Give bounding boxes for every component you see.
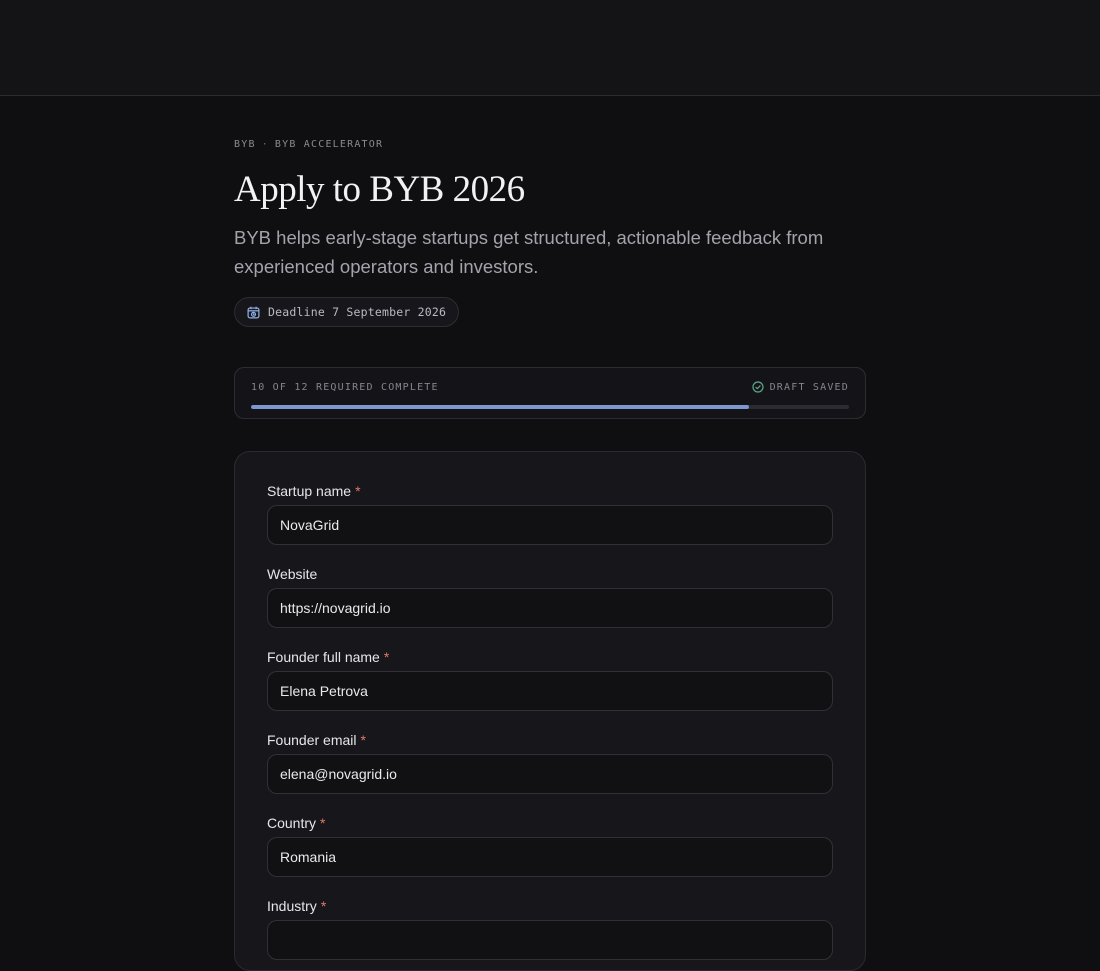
field-country: Country *: [267, 814, 833, 877]
top-bar: [0, 0, 1100, 96]
page-title: Apply to BYB 2026: [234, 169, 525, 210]
breadcrumb-item-program[interactable]: BYB ACCELERATOR: [275, 139, 383, 150]
field-label: Founder email *: [267, 731, 833, 749]
field-founder-name: Founder full name *: [267, 648, 833, 711]
field-label-text: Industry: [267, 898, 317, 914]
check-circle-icon: [751, 381, 764, 393]
industry-input[interactable]: [267, 920, 833, 960]
application-page: BYB · BYB ACCELERATOR Apply to BYB 2026 BY…: [234, 96, 866, 971]
field-label-text: Founder full name: [267, 649, 380, 665]
field-label-text: Country: [267, 815, 317, 831]
calendar-clock-icon: [247, 306, 260, 318]
country-input[interactable]: [267, 837, 833, 877]
field-label-text: Founder email: [267, 732, 357, 748]
field-website: Website: [267, 565, 833, 628]
breadcrumb-separator: ·: [261, 139, 269, 150]
required-marker: *: [320, 898, 327, 914]
required-marker: *: [360, 732, 366, 748]
progress-bar: [251, 405, 849, 409]
website-input[interactable]: [267, 588, 833, 628]
deadline-text: Deadline 7 September 2026: [268, 305, 447, 319]
field-label-text: Website: [267, 566, 318, 582]
field-label: Country *: [267, 814, 833, 832]
field-label: Founder full name *: [267, 648, 833, 666]
field-industry: Industry *: [267, 897, 833, 960]
application-form: Startup name* Website Founder full name*…: [234, 451, 866, 971]
field-founder-email: Founder email *: [267, 731, 833, 794]
progress-card: 10 OF 12 REQUIRED COMPLETE DRAFT SAVED: [234, 367, 866, 419]
required-marker: *: [320, 815, 326, 831]
breadcrumb: BYB · BYB ACCELERATOR: [234, 138, 866, 152]
breadcrumb-item-org[interactable]: BYB: [234, 139, 256, 150]
page-subtitle: BYB helps early-stage startups get struc…: [234, 227, 824, 277]
field-label: Industry *: [267, 897, 833, 915]
progress-label: 10 OF 12 REQUIRED COMPLETE: [251, 382, 439, 393]
required-marker: *: [355, 483, 361, 499]
draft-saved-status: DRAFT SAVED: [751, 381, 849, 393]
founder-name-input[interactable]: [267, 671, 833, 711]
required-marker: *: [383, 649, 390, 665]
founder-email-input[interactable]: [267, 754, 833, 794]
field-startup-name: Startup name *: [267, 482, 833, 545]
deadline-badge: Deadline 7 September 2026: [234, 297, 460, 327]
draft-saved-label: DRAFT SAVED: [769, 381, 849, 393]
field-label: Startup name *: [267, 482, 833, 500]
field-label: Website: [267, 565, 833, 583]
field-label-text: Startup name: [267, 483, 352, 499]
progress-bar-fill: [251, 405, 750, 409]
startup-name-input[interactable]: [267, 505, 833, 545]
